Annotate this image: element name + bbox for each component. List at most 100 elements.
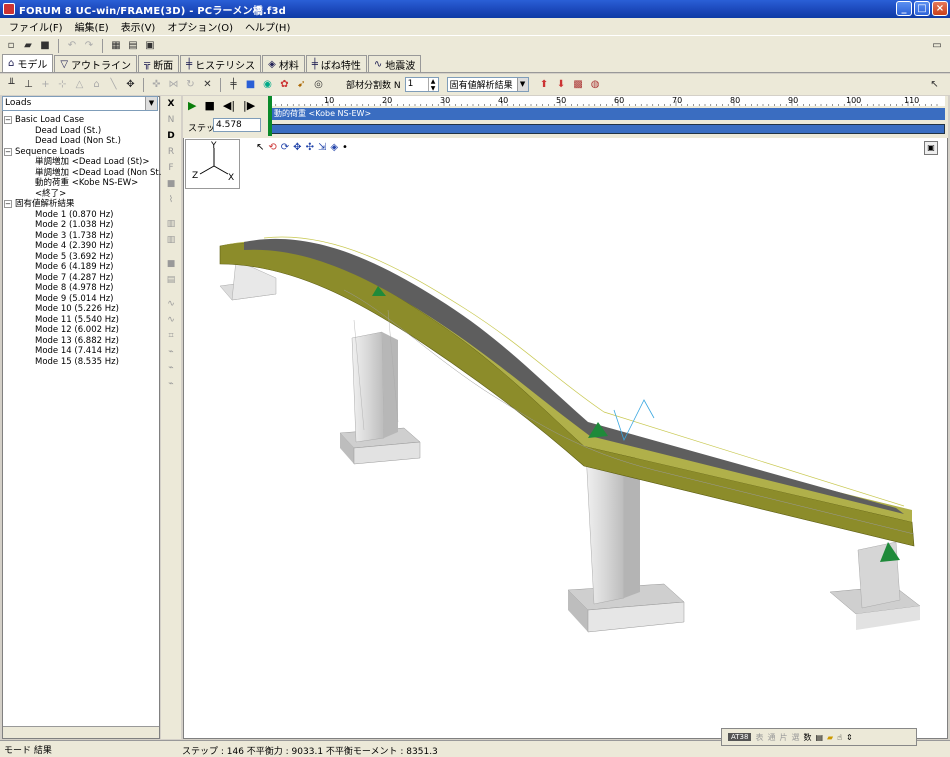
tree-item[interactable]: Mode 2 (1.038 Hz) xyxy=(4,220,158,231)
view-settings-icon[interactable]: ▣ xyxy=(924,141,938,155)
timeline-track-progress[interactable] xyxy=(268,124,945,134)
undo-icon[interactable]: ↶ xyxy=(65,39,79,53)
spin-icon[interactable]: ⇕ xyxy=(846,733,853,742)
tree-item[interactable]: Mode 12 (6.002 Hz) xyxy=(4,325,158,336)
tab-outline[interactable]: ▽ アウトライン xyxy=(54,55,138,72)
box-icon[interactable]: ■ xyxy=(164,178,178,191)
open-folder-icon[interactable]: ▰ xyxy=(21,39,35,53)
timeline-playhead[interactable] xyxy=(268,96,272,136)
tool4-icon[interactable]: ⌁ xyxy=(164,346,178,359)
status-panel-item[interactable]: 通 xyxy=(767,732,775,743)
tree-category-combo[interactable]: Loads ▼ xyxy=(2,96,158,111)
tool5-icon[interactable]: ⌁ xyxy=(164,362,178,375)
spinner-arrows-icon[interactable]: ▲ ▼ xyxy=(427,78,438,92)
tab-material[interactable]: ◈ 材料 xyxy=(262,55,305,72)
step-forward-icon[interactable]: |▶ xyxy=(243,99,255,112)
zoom-icon[interactable]: ✣ xyxy=(306,142,314,153)
paint-icon[interactable]: ✿ xyxy=(277,77,292,92)
table-icon[interactable]: ▤ xyxy=(164,274,178,287)
timeline-track-load[interactable]: 動的荷重 <Kobe NS-EW> xyxy=(268,108,945,120)
status-panel-item[interactable]: 片 xyxy=(779,732,787,743)
collapse-icon[interactable]: − xyxy=(4,116,12,124)
menu-options[interactable]: オプション(O) xyxy=(161,19,239,34)
result-graph-icon[interactable]: ▩ xyxy=(571,77,586,92)
render-icon[interactable]: ■ xyxy=(243,77,258,92)
rotate-icon[interactable]: ↻ xyxy=(183,77,198,92)
menu-help[interactable]: ヘルプ(H) xyxy=(239,19,296,34)
tab-hysteresis[interactable]: ╪ ヒステリシス xyxy=(180,55,262,72)
copy-icon[interactable]: ✜ xyxy=(149,77,164,92)
play-icon[interactable]: ▶ xyxy=(188,99,196,112)
print-icon[interactable]: ▣ xyxy=(143,39,157,53)
tree-item[interactable]: Mode 15 (8.535 Hz) xyxy=(4,357,158,368)
panel-restore-icon[interactable]: ▭ xyxy=(930,39,944,53)
new-file-icon[interactable]: ▫ xyxy=(4,39,18,53)
bar-chart2-icon[interactable]: ▥ xyxy=(164,234,178,247)
tree-horizontal-scrollbar[interactable] xyxy=(3,726,159,738)
cursor-icon[interactable]: ↖ xyxy=(927,77,942,92)
vt-r-button[interactable]: R xyxy=(164,146,178,159)
rotate-view-icon[interactable]: ⟲ xyxy=(268,142,276,153)
folder-icon[interactable]: ▰ xyxy=(827,733,833,742)
save-icon[interactable]: ■ xyxy=(38,39,52,53)
orbit-icon[interactable]: ⟳ xyxy=(281,142,289,153)
collapse-icon[interactable]: − xyxy=(4,147,12,156)
hand-icon[interactable]: ☝ xyxy=(837,733,842,742)
step-input[interactable]: 4.578 xyxy=(213,118,261,132)
result-up-icon[interactable]: ⬆ xyxy=(537,77,552,92)
line-icon[interactable]: ╲ xyxy=(106,77,121,92)
maximize-button[interactable]: □ xyxy=(914,1,930,16)
tab-section[interactable]: ╦ 断面 xyxy=(138,55,180,72)
result-down-icon[interactable]: ⬇ xyxy=(554,77,569,92)
tab-spring[interactable]: ╪ ばね特性 xyxy=(305,55,367,72)
tree-item[interactable]: Mode 13 (6.882 Hz) xyxy=(4,336,158,347)
result-anim-icon[interactable]: ◍ xyxy=(588,77,603,92)
light-icon[interactable]: ◉ xyxy=(260,77,275,92)
tree-item[interactable]: Mode 10 (5.226 Hz) xyxy=(4,304,158,315)
add-node-icon[interactable]: + xyxy=(38,77,53,92)
tree-group[interactable]: − 固有値解析結果 xyxy=(4,199,158,210)
status-panel-item[interactable]: 数 xyxy=(803,732,811,743)
tree-item[interactable]: Mode 14 (7.414 Hz) xyxy=(4,346,158,357)
camera-icon[interactable]: ◈ xyxy=(330,142,338,153)
print-icon[interactable]: ▤ xyxy=(815,733,823,742)
move-icon[interactable]: ✥ xyxy=(123,77,138,92)
snapshot-icon[interactable]: ◎ xyxy=(311,77,326,92)
step-back-icon[interactable]: ◀| xyxy=(223,99,235,112)
tree-item[interactable]: Mode 7 (4.287 Hz) xyxy=(4,273,158,284)
fit-icon[interactable]: ⇲ xyxy=(318,142,326,153)
redo-icon[interactable]: ↷ xyxy=(82,39,96,53)
tool2-icon[interactable]: ∿ xyxy=(164,314,178,327)
collapse-icon[interactable]: − xyxy=(4,200,12,208)
tree-item[interactable]: Mode 11 (5.540 Hz) xyxy=(4,315,158,326)
tree-item[interactable]: <終了> xyxy=(4,189,158,200)
menu-view[interactable]: 表示(V) xyxy=(115,19,162,34)
delete-icon[interactable]: ✕ xyxy=(200,77,215,92)
tree-item[interactable]: 単調増加 <Dead Load (Non St.)> xyxy=(4,168,172,179)
vt-x-button[interactable]: X xyxy=(164,98,178,111)
graph-icon[interactable]: ⌇ xyxy=(164,194,178,207)
tree-item[interactable]: Mode 5 (3.692 Hz) xyxy=(4,252,158,263)
tree-item[interactable]: Mode 1 (0.870 Hz) xyxy=(4,210,158,221)
support-icon[interactable]: ⌂ xyxy=(89,77,104,92)
tree-item[interactable]: Dead Load (St.) xyxy=(4,126,158,137)
stop-icon[interactable]: ■ xyxy=(204,99,214,112)
section-view-icon[interactable]: ╪ xyxy=(226,77,241,92)
vt-f-button[interactable]: F xyxy=(164,162,178,175)
status-panel-item[interactable]: 表 xyxy=(755,732,763,743)
add-member-icon[interactable]: ⊹ xyxy=(55,77,70,92)
tree-group[interactable]: − Sequence Loads xyxy=(4,147,158,158)
report-icon[interactable]: ▤ xyxy=(126,39,140,53)
tool3-icon[interactable]: ⌗ xyxy=(164,330,178,343)
tab-wave[interactable]: ∿ 地震波 xyxy=(367,55,422,72)
status-panel-item[interactable]: 選 xyxy=(791,732,799,743)
tree-item[interactable]: Mode 8 (4.978 Hz) xyxy=(4,283,158,294)
tool1-icon[interactable]: ∿ xyxy=(164,298,178,311)
vt-d-button[interactable]: D xyxy=(164,130,178,143)
member-icon[interactable]: ⊥ xyxy=(21,77,36,92)
tree-item[interactable]: Mode 9 (5.014 Hz) xyxy=(4,294,158,305)
tab-model[interactable]: ⌂ モデル xyxy=(2,54,54,72)
select-cursor-icon[interactable]: ↖ xyxy=(256,142,264,153)
division-spinner[interactable]: 1 ▲ ▼ xyxy=(404,77,439,92)
spring-element-icon[interactable]: △ xyxy=(72,77,87,92)
